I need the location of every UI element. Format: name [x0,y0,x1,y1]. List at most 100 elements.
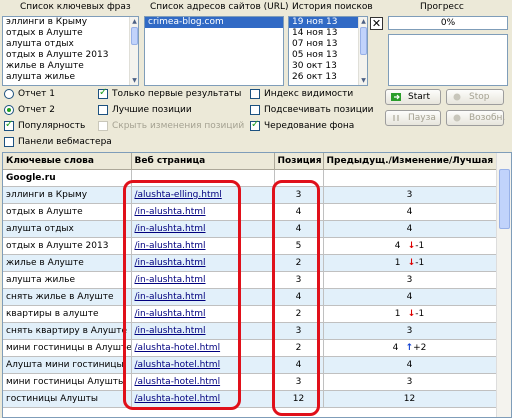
progress-value: 0% [440,18,456,28]
table-row[interactable]: снять квартиру в Алуште/in-alushta.html 3… [3,322,497,340]
report1-label: Отчет 1 [18,89,56,99]
position-cell: 3 [274,322,324,340]
stop-button[interactable]: Stop [446,89,504,105]
urls-listbox[interactable]: crimea-blog.com [144,16,284,86]
grid-scrollbar[interactable] [496,153,511,417]
keyword-item[interactable]: алушта отдых [3,39,138,50]
webpage-link[interactable]: /in-alushta.html [131,203,275,221]
previous-position: 1 [394,257,401,268]
col-keywords[interactable]: Ключевые слова [3,153,132,170]
progress-log [388,34,508,86]
table-row[interactable]: жилье в Алуште/in-alushta.html 2 1 ↓-1 [3,254,497,272]
keyword-item[interactable]: отдых в Алуште 2013 [3,50,138,61]
clear-history-close-icon[interactable]: ✕ [370,17,383,30]
webpage-link[interactable]: /alushta-hotel.html [131,339,275,357]
webpage-link[interactable]: /alushta-hotel.html [131,356,275,374]
history-item[interactable]: 19 ноя 13 [289,17,367,28]
webpage-link[interactable]: /alushta-hotel.html [131,373,275,391]
progress-header: Прогресс [420,2,464,12]
highlight-positions-checkbox[interactable]: Подсвечивать позиции [250,104,374,116]
results-grid[interactable]: Ключевые слова Веб страница Позиция Пред… [2,152,512,418]
table-row[interactable]: квартиры в алуште/in-alushta.html 2 1 ↓-1 [3,305,497,323]
webpage-link[interactable]: /in-alushta.html [131,254,275,272]
start-button[interactable]: Start [385,89,441,105]
scroll-up-icon[interactable]: ▲ [359,17,367,26]
hide-changes-checkbox[interactable]: Скрыть изменения позиций [98,120,244,132]
table-row[interactable]: гостиницы Алушты/alushta-hotel.html 12 12 [3,390,497,408]
report2-radio[interactable]: Отчет 2 [4,104,55,116]
keyword-item[interactable]: отдых в Алуште [3,28,138,39]
url-item[interactable]: crimea-blog.com [145,17,283,28]
history-item[interactable]: 14 ноя 13 [289,28,367,39]
webpage-link[interactable]: /alushta-hotel.html [131,390,275,408]
scroll-down-icon[interactable]: ▼ [130,76,138,85]
table-row[interactable]: алушта отдых/in-alushta.html 4 4 [3,220,497,238]
col-webpage[interactable]: Веб страница [131,153,275,170]
keyword-item[interactable]: эллинги в Крыму [3,17,138,28]
scroll-thumb[interactable] [360,27,367,55]
table-row[interactable]: мини гостиницы Алушты/alushta-hotel.html… [3,373,497,391]
scroll-up-icon[interactable]: ▲ [130,17,138,26]
table-row[interactable]: снять жилье в Алуште/in-alushta.html 4 4 [3,288,497,306]
table-row[interactable]: Алушта мини гостиницы/alushta-hotel.html… [3,356,497,374]
position-cell: 2 [274,305,324,323]
prev-change-cell: 1 ↓-1 [323,254,497,272]
previous-position: 3 [406,325,413,336]
visibility-index-checkbox[interactable]: Индекс видимости [250,88,353,100]
arrow-up-icon: ↑ [402,342,414,353]
history-item[interactable]: 26 окт 13 [289,72,367,83]
webpage-link[interactable]: /in-alushta.html [131,237,275,255]
alternate-bg-label: Чередование фона [264,121,355,131]
col-position[interactable]: Позиция [274,153,324,170]
checkbox-checked-icon [98,87,108,99]
prev-change-cell: 3 [323,186,497,204]
table-row[interactable]: алушта жилье/in-alushta.html 3 3 [3,271,497,289]
scroll-thumb[interactable] [499,169,510,229]
history-item[interactable]: 05 ноя 13 [289,50,367,61]
scroll-down-icon[interactable]: ▼ [359,76,367,85]
visibility-index-label: Индекс видимости [264,89,354,99]
keyword-item[interactable]: жилье в Алуште [3,61,138,72]
start-icon [391,93,401,101]
webpage-link[interactable]: /in-alushta.html [131,220,275,238]
table-row[interactable]: отдых в Алуште/in-alushta.html 4 4 [3,203,497,221]
webpage-link[interactable]: /in-alushta.html [131,305,275,323]
table-row[interactable]: мини гостиницы в Алуште/alushta-hotel.ht… [3,339,497,357]
popularity-checkbox[interactable]: Популярность [4,119,85,132]
position-cell: 3 [274,271,324,289]
arrow-down-icon: ↓ [404,257,416,268]
webpage-link[interactable]: /in-alushta.html [131,322,275,340]
stop-label: Stop [469,92,490,102]
pause-button[interactable]: Пауза [385,110,441,126]
keywords-scrollbar[interactable]: ▲ ▼ [129,17,138,85]
history-item[interactable]: 30 окт 13 [289,61,367,72]
table-row[interactable]: отдых в Алуште 2013/in-alushta.html 5 4 ↓-… [3,237,497,255]
table-row[interactable]: эллинги в Крыму/alushta-elling.html 3 3 [3,186,497,204]
prev-change-cell: 3 [323,322,497,340]
webpage-link[interactable]: /in-alushta.html [131,288,275,306]
col-prev-change-best[interactable]: Предыдущ./Изменение/Лучшая [323,153,497,170]
radio-icon [4,89,14,99]
report1-radio[interactable]: Отчет 1 [4,88,55,100]
prev-change-cell: 1 ↓-1 [323,305,497,323]
previous-position: 4 [406,223,413,234]
webpage-link[interactable]: /in-alushta.html [131,271,275,289]
start-label: Start [408,92,430,102]
history-listbox[interactable]: 19 ноя 13 14 ноя 13 07 ноя 13 05 ноя 13 30 о… [288,16,368,86]
arrow-down-icon: ↓ [404,308,416,319]
resume-icon [453,114,461,122]
history-item[interactable]: 07 ноя 13 [289,39,367,50]
first-results-checkbox[interactable]: Только первые результаты [98,87,241,100]
keywords-listbox[interactable]: эллинги в Крыму отдых в Алуште алушта отды… [2,16,139,86]
keyword-item[interactable]: алушта жилье [3,72,138,83]
checkbox-checked-icon [4,119,14,131]
resume-button[interactable]: Возобн. [446,110,505,126]
scroll-thumb[interactable] [131,27,138,45]
previous-position: 3 [406,274,413,285]
alternate-bg-checkbox[interactable]: Чередование фона [250,119,355,132]
webmaster-checkbox[interactable]: Панели вебмастера [4,136,112,148]
webmaster-label: Панели вебмастера [18,137,112,147]
history-scrollbar[interactable]: ▲ ▼ [358,17,367,85]
webpage-link[interactable]: /alushta-elling.html [131,186,275,204]
best-positions-checkbox[interactable]: Лучшие позиции [98,104,192,116]
